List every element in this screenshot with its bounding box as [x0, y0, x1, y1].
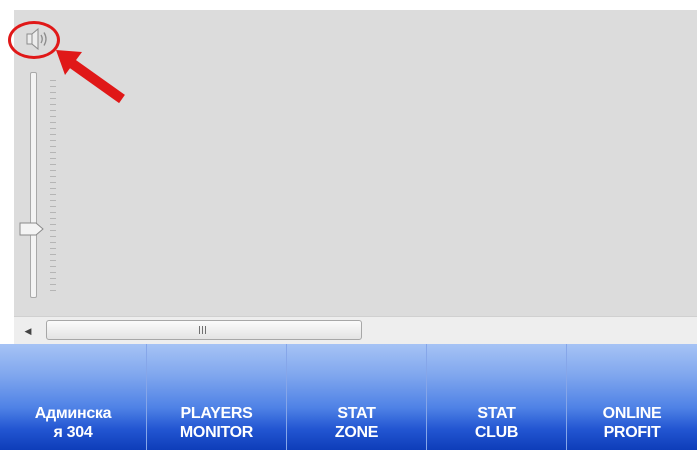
tab-players-monitor[interactable]: PLAYERS MONITOR [147, 344, 287, 450]
grip-icon [199, 326, 208, 334]
tab-admin-304[interactable]: Админска я 304 [0, 344, 147, 450]
chevron-left-icon[interactable]: ◀ [22, 325, 34, 337]
tab-label-line2: MONITOR [179, 424, 254, 441]
tab-label-line2: CLUB [474, 424, 519, 441]
annotation-arrow [56, 50, 125, 104]
tab-label-line1: STAT [477, 405, 516, 422]
tab-label-line1: ONLINE [602, 405, 662, 422]
tab-label-line2: PROFIT [603, 424, 661, 441]
tab-label-line2: я 304 [53, 424, 93, 441]
tab-stat-club[interactable]: STAT CLUB [427, 344, 567, 450]
tab-online-profit[interactable]: ONLINE PROFIT [567, 344, 697, 450]
tab-label-line2: ZONE [334, 424, 379, 441]
tab-label-line1: STAT [337, 405, 376, 422]
tab-stat-zone[interactable]: STAT ZONE [287, 344, 427, 450]
volume-slider-track[interactable] [30, 72, 37, 298]
volume-slider-thumb[interactable] [19, 221, 45, 237]
volume-slider-ticks [50, 80, 56, 292]
tab-label-line1: PLAYERS [180, 405, 253, 422]
bottom-tab-bar: Админска я 304 PLAYERS MONITOR STAT ZONE… [0, 344, 697, 450]
tab-label-line1: Админска [34, 405, 112, 422]
horizontal-scrollbar[interactable]: ◀ [14, 316, 697, 345]
scrollbar-thumb[interactable] [46, 320, 362, 340]
